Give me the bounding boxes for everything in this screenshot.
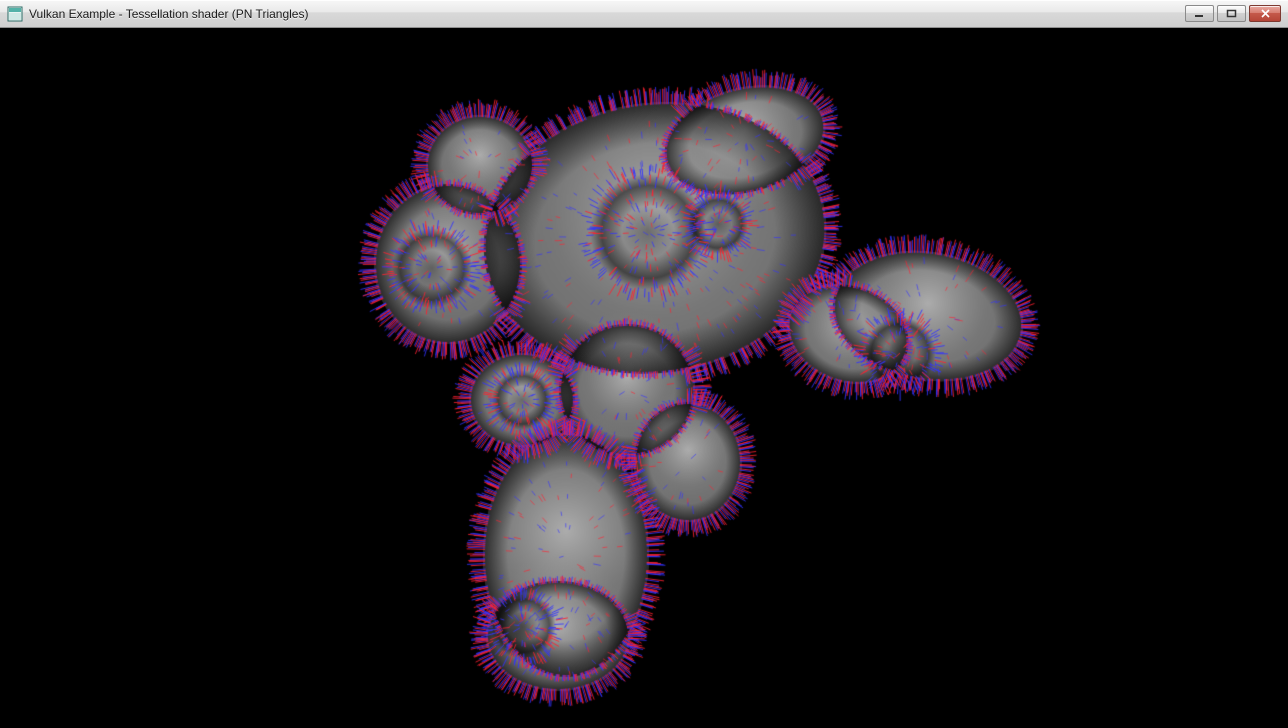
- app-icon: [7, 6, 23, 22]
- window-controls: [1185, 5, 1281, 22]
- render-viewport[interactable]: [0, 28, 1288, 728]
- maximize-button[interactable]: [1217, 5, 1246, 22]
- minimize-button[interactable]: [1185, 5, 1214, 22]
- app-window: Vulkan Example - Tessellation shader (PN…: [0, 0, 1288, 728]
- minimize-icon: [1194, 6, 1205, 21]
- window-title: Vulkan Example - Tessellation shader (PN…: [29, 7, 308, 21]
- titlebar[interactable]: Vulkan Example - Tessellation shader (PN…: [0, 0, 1288, 28]
- close-button[interactable]: [1249, 5, 1281, 22]
- render-area: [0, 28, 1288, 728]
- maximize-icon: [1226, 6, 1237, 21]
- close-icon: [1260, 6, 1271, 21]
